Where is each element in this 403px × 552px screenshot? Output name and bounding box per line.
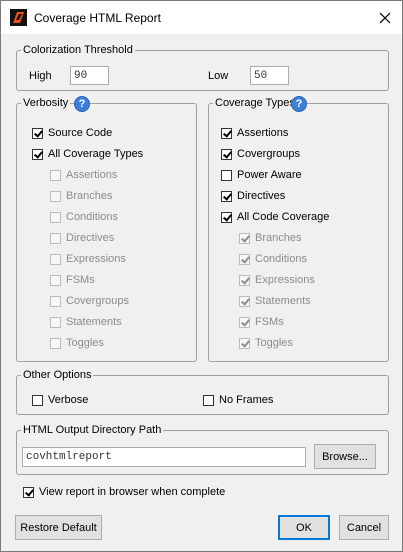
- high-label: High: [29, 70, 52, 82]
- low-threshold-input[interactable]: [250, 66, 289, 85]
- colorization-threshold-legend: Colorization Threshold: [23, 44, 133, 56]
- ok-button[interactable]: OK: [278, 515, 330, 540]
- statements-label: Statements: [255, 295, 311, 307]
- checkbox-box: [50, 274, 61, 286]
- branches-label: Branches: [255, 232, 302, 244]
- output-directory-legend: HTML Output Directory Path: [23, 424, 162, 436]
- view-report-checkbox[interactable]: View report in browser when complete: [23, 485, 225, 499]
- verbosity-directives-label: Directives: [66, 232, 115, 244]
- checkbox-box: [50, 337, 61, 349]
- verbosity-statements-checkbox: Statements: [50, 315, 122, 329]
- checkbox-box: [239, 337, 250, 349]
- all-code-coverage-checkbox[interactable]: All Code Coverage: [221, 210, 329, 224]
- verbosity-covergroups-checkbox: Covergroups: [50, 294, 129, 308]
- verbosity-toggles-checkbox: Toggles: [50, 336, 104, 350]
- branches-checkbox: Branches: [239, 231, 301, 245]
- verbosity-branches-checkbox: Branches: [50, 189, 112, 203]
- checkbox-box: [221, 190, 232, 202]
- power-aware-label: Power Aware: [237, 169, 302, 181]
- checkbox-box: [32, 394, 43, 406]
- window-title: Coverage HTML Report: [34, 11, 161, 25]
- questa-app-icon: [10, 9, 27, 26]
- checkbox-box: [221, 211, 232, 223]
- close-button[interactable]: [368, 1, 402, 34]
- all-coverage-types-label: All Coverage Types: [48, 148, 144, 160]
- checkbox-box: [32, 127, 43, 139]
- verbosity-toggles-label: Toggles: [66, 337, 104, 349]
- checkbox-box: [239, 316, 250, 328]
- no-frames-checkbox[interactable]: No Frames: [203, 393, 273, 407]
- verbosity-statements-label: Statements: [66, 316, 122, 328]
- verbosity-covergroups-label: Covergroups: [66, 295, 129, 307]
- conditions-checkbox: Conditions: [239, 252, 307, 266]
- verbose-label: Verbose: [48, 394, 89, 406]
- covergroups-label: Covergroups: [237, 148, 300, 160]
- coverage-html-report-dialog: Coverage HTML Report Colorization Thresh…: [0, 0, 403, 552]
- high-threshold-input[interactable]: [70, 66, 109, 85]
- verbosity-conditions-label: Conditions: [66, 211, 118, 223]
- fsms-label: FSMs: [255, 316, 284, 328]
- checkbox-box: [50, 169, 61, 181]
- verbosity-assertions-label: Assertions: [66, 169, 118, 181]
- all-coverage-types-checkbox[interactable]: All Coverage Types: [32, 147, 143, 161]
- verbosity-assertions-checkbox: Assertions: [50, 168, 117, 182]
- verbosity-directives-checkbox: Directives: [50, 231, 114, 245]
- checkbox-box: [50, 211, 61, 223]
- checkbox-box: [221, 127, 232, 139]
- expressions-label: Expressions: [255, 274, 315, 286]
- checkbox-box: [50, 295, 61, 307]
- checkbox-box: [23, 486, 34, 498]
- close-icon: [379, 12, 391, 23]
- fsms-checkbox: FSMs: [239, 315, 284, 329]
- no-frames-label: No Frames: [219, 394, 274, 406]
- verbose-checkbox[interactable]: Verbose: [32, 393, 88, 407]
- verbosity-expressions-label: Expressions: [66, 253, 126, 265]
- view-report-label: View report in browser when complete: [39, 486, 226, 498]
- verbosity-branches-label: Branches: [66, 190, 113, 202]
- verbosity-help-icon[interactable]: ?: [74, 96, 90, 112]
- directives-checkbox[interactable]: Directives: [221, 189, 285, 203]
- checkbox-box: [32, 148, 43, 160]
- verbosity-fsms-label: FSMs: [66, 274, 95, 286]
- verbosity-expressions-checkbox: Expressions: [50, 252, 126, 266]
- source-code-label: Source Code: [48, 127, 113, 139]
- verbosity-legend: Verbosity: [23, 97, 69, 109]
- checkbox-box: [239, 253, 250, 265]
- conditions-label: Conditions: [255, 253, 307, 265]
- expressions-checkbox: Expressions: [239, 273, 315, 287]
- covergroups-checkbox[interactable]: Covergroups: [221, 147, 300, 161]
- assertions-checkbox[interactable]: Assertions: [221, 126, 288, 140]
- directives-label: Directives: [237, 190, 286, 202]
- other-options-legend: Other Options: [23, 369, 92, 381]
- browse-button[interactable]: Browse...: [314, 444, 376, 469]
- checkbox-box: [239, 295, 250, 307]
- all-code-coverage-label: All Code Coverage: [237, 211, 330, 223]
- title-bar: Coverage HTML Report: [1, 1, 402, 34]
- checkbox-box: [239, 232, 250, 244]
- assertions-label: Assertions: [237, 127, 289, 139]
- cancel-button[interactable]: Cancel: [339, 515, 389, 540]
- coverage-types-help-icon[interactable]: ?: [291, 96, 307, 112]
- checkbox-box: [203, 394, 214, 406]
- checkbox-box: [50, 190, 61, 202]
- checkbox-box: [50, 232, 61, 244]
- checkbox-box: [50, 316, 61, 328]
- checkbox-box: [221, 169, 232, 181]
- low-label: Low: [208, 70, 229, 82]
- verbosity-conditions-checkbox: Conditions: [50, 210, 118, 224]
- coverage-types-legend: Coverage Types: [215, 97, 295, 109]
- restore-default-button[interactable]: Restore Default: [15, 515, 102, 540]
- other-options-group: Other Options: [16, 369, 389, 415]
- checkbox-box: [239, 274, 250, 286]
- statements-checkbox: Statements: [239, 294, 311, 308]
- checkbox-box: [221, 148, 232, 160]
- verbosity-fsms-checkbox: FSMs: [50, 273, 95, 287]
- checkbox-box: [50, 253, 61, 265]
- output-directory-input[interactable]: [22, 447, 306, 467]
- toggles-checkbox: Toggles: [239, 336, 293, 350]
- source-code-checkbox[interactable]: Source Code: [32, 126, 112, 140]
- power-aware-checkbox[interactable]: Power Aware: [221, 168, 302, 182]
- toggles-label: Toggles: [255, 337, 293, 349]
